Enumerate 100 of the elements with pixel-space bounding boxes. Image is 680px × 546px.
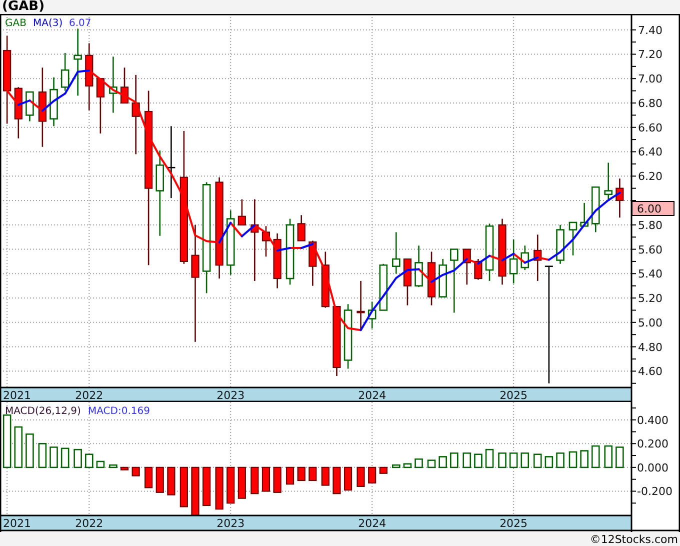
histogram-bar: [556, 452, 564, 468]
candlestick: [379, 264, 388, 311]
histogram-bar: [591, 445, 600, 468]
histogram-bar: [226, 466, 235, 504]
histogram-bar: [438, 456, 447, 468]
histogram-bar: [462, 452, 472, 468]
histogram-bar: [616, 446, 624, 468]
candlestick: [368, 302, 376, 328]
histogram-bar: [262, 466, 270, 492]
candlestick: [509, 240, 518, 284]
histogram-bar: [96, 460, 105, 468]
histogram-bar: [74, 448, 82, 468]
histogram-bar: [120, 466, 129, 470]
candlestick: [534, 234, 542, 281]
histogram-bar: [344, 466, 352, 491]
candlestick: [297, 215, 306, 242]
axis-label: 2023: [216, 517, 245, 530]
candlestick: [26, 91, 34, 122]
axis-label: 2022: [75, 389, 104, 402]
histogram-bar: [368, 466, 376, 484]
candlestick: [85, 43, 94, 110]
candlestick: [238, 199, 246, 226]
histogram-bar: [580, 450, 588, 468]
axis-label: 7.20: [638, 48, 662, 62]
histogram-bar: [498, 452, 506, 468]
histogram-bar: [109, 464, 118, 468]
candlestick: [450, 248, 458, 313]
histogram-bar: [379, 466, 388, 474]
legend-indicator: MACD(26,12,9): [5, 406, 81, 417]
axis-label: 0.400: [637, 414, 668, 427]
histogram-bar: [167, 466, 176, 496]
axis-label: 5.40: [638, 268, 662, 281]
axis-label: 5.20: [638, 292, 662, 306]
candlestick: [308, 240, 317, 286]
histogram-bar: [286, 466, 294, 485]
candlestick: [604, 162, 613, 200]
histogram-bar: [520, 452, 530, 468]
candlestick: [74, 28, 82, 96]
histogram-bar: [544, 456, 554, 468]
histogram-bar: [156, 466, 164, 493]
histogram-bar: [403, 463, 412, 468]
histogram-bar: [414, 458, 423, 468]
candlestick: [427, 252, 436, 306]
candlestick: [262, 226, 270, 257]
candlestick: [580, 202, 588, 227]
histogram-bar: [250, 466, 259, 494]
candlestick: [332, 306, 341, 376]
candlestick: [556, 224, 564, 264]
candlestick: [568, 222, 578, 256]
histogram-bar: [332, 466, 341, 494]
axis-label: 4.60: [638, 365, 662, 378]
histogram-bar: [450, 452, 458, 468]
axis-label: 2021: [3, 389, 31, 402]
histogram-bar: [215, 466, 224, 510]
copyright-text: ©12Stocks.com: [590, 532, 678, 546]
histogram-bar: [180, 466, 188, 508]
candlestick: [226, 210, 235, 275]
histogram-bar: [84, 454, 94, 468]
candlestick: [520, 246, 530, 270]
legend-reading: MACD:0.169: [88, 406, 150, 417]
axis-label: 5.60: [638, 243, 662, 256]
axis-label: 6.60: [638, 121, 662, 134]
axis-label: 7.40: [638, 24, 662, 37]
candlestick: [321, 252, 330, 308]
legend-indicator: MA(3): [33, 18, 63, 29]
legend-reading: 6.07: [69, 18, 92, 29]
candlestick: [498, 218, 506, 285]
ticker-title: (GAB): [2, 0, 45, 14]
candlestick: [392, 232, 400, 274]
histogram-bar: [238, 466, 246, 499]
candlestick: [60, 53, 70, 91]
legend-symbol: GAB: [5, 18, 26, 29]
axis-label: 2023: [216, 389, 245, 402]
candlestick: [414, 246, 423, 288]
axis-label: 4.80: [638, 340, 662, 354]
axis-label: 0.200: [637, 438, 668, 451]
axis-label: 2025: [500, 389, 528, 402]
histogram-bar: [14, 426, 23, 468]
histogram-bar: [485, 448, 494, 468]
candlestick: [273, 233, 282, 288]
histogram-bar: [427, 460, 436, 468]
axis-label: 2022: [75, 517, 104, 530]
candlestick: [591, 186, 600, 232]
histogram-bar: [356, 466, 365, 487]
histogram-bar: [144, 466, 153, 488]
axis-label: 2024: [358, 517, 386, 530]
histogram-bar: [273, 466, 282, 493]
candlestick: [344, 304, 352, 369]
histogram-bar: [474, 454, 482, 468]
histogram-bar: [132, 466, 140, 476]
candlestick: [96, 78, 104, 134]
candlestick: [438, 259, 447, 298]
histogram-bar: [2, 414, 12, 468]
axis-label: 2024: [358, 389, 386, 402]
histogram-bar: [202, 466, 211, 506]
histogram-bar: [321, 466, 330, 486]
candlestick: [356, 280, 365, 330]
axis-label: 5.00: [638, 316, 662, 330]
candlestick: [616, 178, 624, 218]
histogram-bar: [308, 466, 317, 482]
